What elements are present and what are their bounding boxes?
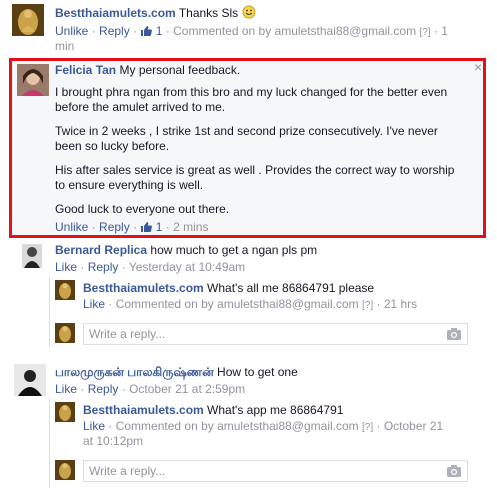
paragraph-line: His after sales service is great as well…: [55, 163, 455, 177]
like-link[interactable]: Like: [55, 260, 77, 274]
commented-by: Commented on by amuletsthai88@gmail.com: [115, 297, 359, 311]
reply-author[interactable]: Bestthaiamulets.com: [83, 281, 204, 295]
like-count[interactable]: 1: [156, 24, 163, 38]
timestamp[interactable]: October 21 at 2:59pm: [129, 382, 245, 396]
buddha-amulet-icon: [55, 280, 75, 300]
reply-input[interactable]: Write a reply...: [83, 323, 468, 345]
reply-text: What's app me 86864791: [207, 403, 344, 417]
buddha-amulet-icon: [55, 323, 75, 343]
avatar-bestthaiamulets[interactable]: [55, 323, 75, 343]
like-link[interactable]: Like: [83, 297, 105, 311]
avatar-bernard-replica[interactable]: [22, 244, 42, 268]
buddha-amulet-icon: [55, 402, 75, 422]
reply-link[interactable]: Reply: [88, 382, 119, 396]
paragraph-line: before the amulet arrived to me.: [55, 100, 226, 114]
commented-by: Commented on by amuletsthai88@gmail.com: [115, 419, 359, 433]
like-count[interactable]: 1: [156, 220, 163, 234]
paragraph-line: Twice in 2 weeks , I strike 1st and seco…: [55, 124, 438, 138]
comment-author[interactable]: பாலமுருகன் பாலகிருஷ்ணன்: [55, 365, 214, 379]
avatar-balamurugan[interactable]: [14, 364, 46, 396]
reply-input[interactable]: Write a reply...: [83, 460, 468, 482]
close-icon[interactable]: ×: [474, 59, 482, 75]
reply-placeholder: Write a reply...: [89, 464, 166, 478]
timestamp-cont[interactable]: at 10:12pm: [83, 433, 143, 449]
profile-photo-icon: [14, 364, 46, 396]
paragraph-line: I brought phra ngan from this bro and my…: [55, 85, 448, 99]
avatar-felicia-tan[interactable]: [17, 64, 49, 96]
avatar-bestthaiamulets[interactable]: [55, 280, 75, 300]
reply-author[interactable]: Bestthaiamulets.com: [83, 403, 204, 417]
paragraph-line: Good luck to everyone out there.: [55, 202, 230, 216]
timestamp[interactable]: 2 mins: [173, 220, 208, 234]
help-hint[interactable]: [?]: [362, 422, 373, 433]
camera-icon[interactable]: [447, 465, 461, 477]
timestamp-cont[interactable]: min: [55, 38, 74, 54]
comment-text: My personal feedback.: [119, 63, 241, 77]
comment-author[interactable]: Felicia Tan: [55, 63, 116, 77]
thumbs-up-icon: [141, 222, 153, 232]
comment-author[interactable]: Bernard Replica: [55, 243, 147, 257]
help-hint[interactable]: [?]: [419, 27, 430, 38]
thumbs-up-icon: [141, 26, 153, 36]
avatar-bestthaiamulets[interactable]: [55, 460, 75, 480]
smiley-icon: [242, 5, 256, 19]
like-link[interactable]: Like: [83, 419, 105, 433]
profile-photo-icon: [17, 64, 49, 96]
avatar-bestthaiamulets[interactable]: [55, 402, 75, 422]
reply-placeholder: Write a reply...: [89, 327, 166, 341]
unlike-link[interactable]: Unlike: [55, 220, 88, 234]
timestamp[interactable]: 1: [441, 24, 448, 38]
comment-text: Thanks Sls: [178, 6, 239, 20]
reply-text: What's all me 86864791 please: [207, 281, 375, 295]
like-link[interactable]: Like: [55, 382, 77, 396]
help-hint[interactable]: [?]: [362, 300, 373, 311]
buddha-amulet-icon: [12, 4, 44, 36]
timestamp[interactable]: 21 hrs: [384, 297, 417, 311]
reply-thread-line: [49, 398, 50, 488]
reply-thread-line: [49, 277, 50, 347]
comment-author[interactable]: Bestthaiamulets.com: [55, 6, 176, 20]
reply-link[interactable]: Reply: [99, 220, 130, 234]
comment-text: how much to get a ngan pls pm: [150, 243, 318, 257]
unlike-link[interactable]: Unlike: [55, 24, 88, 38]
camera-icon[interactable]: [447, 328, 461, 340]
profile-photo-icon: [22, 244, 42, 268]
comment-text: How to get one: [217, 365, 298, 379]
timestamp[interactable]: October 21: [384, 419, 443, 433]
reply-link[interactable]: Reply: [88, 260, 119, 274]
commented-by: Commented on by amuletsthai88@gmail.com: [173, 24, 417, 38]
buddha-amulet-icon: [55, 460, 75, 480]
timestamp[interactable]: Yesterday at 10:49am: [129, 260, 245, 274]
avatar-bestthaiamulets[interactable]: [12, 4, 44, 36]
paragraph-line: to ensure everything is well.: [55, 178, 204, 192]
paragraph-line: been so lucky before.: [55, 139, 170, 153]
reply-link[interactable]: Reply: [99, 24, 130, 38]
